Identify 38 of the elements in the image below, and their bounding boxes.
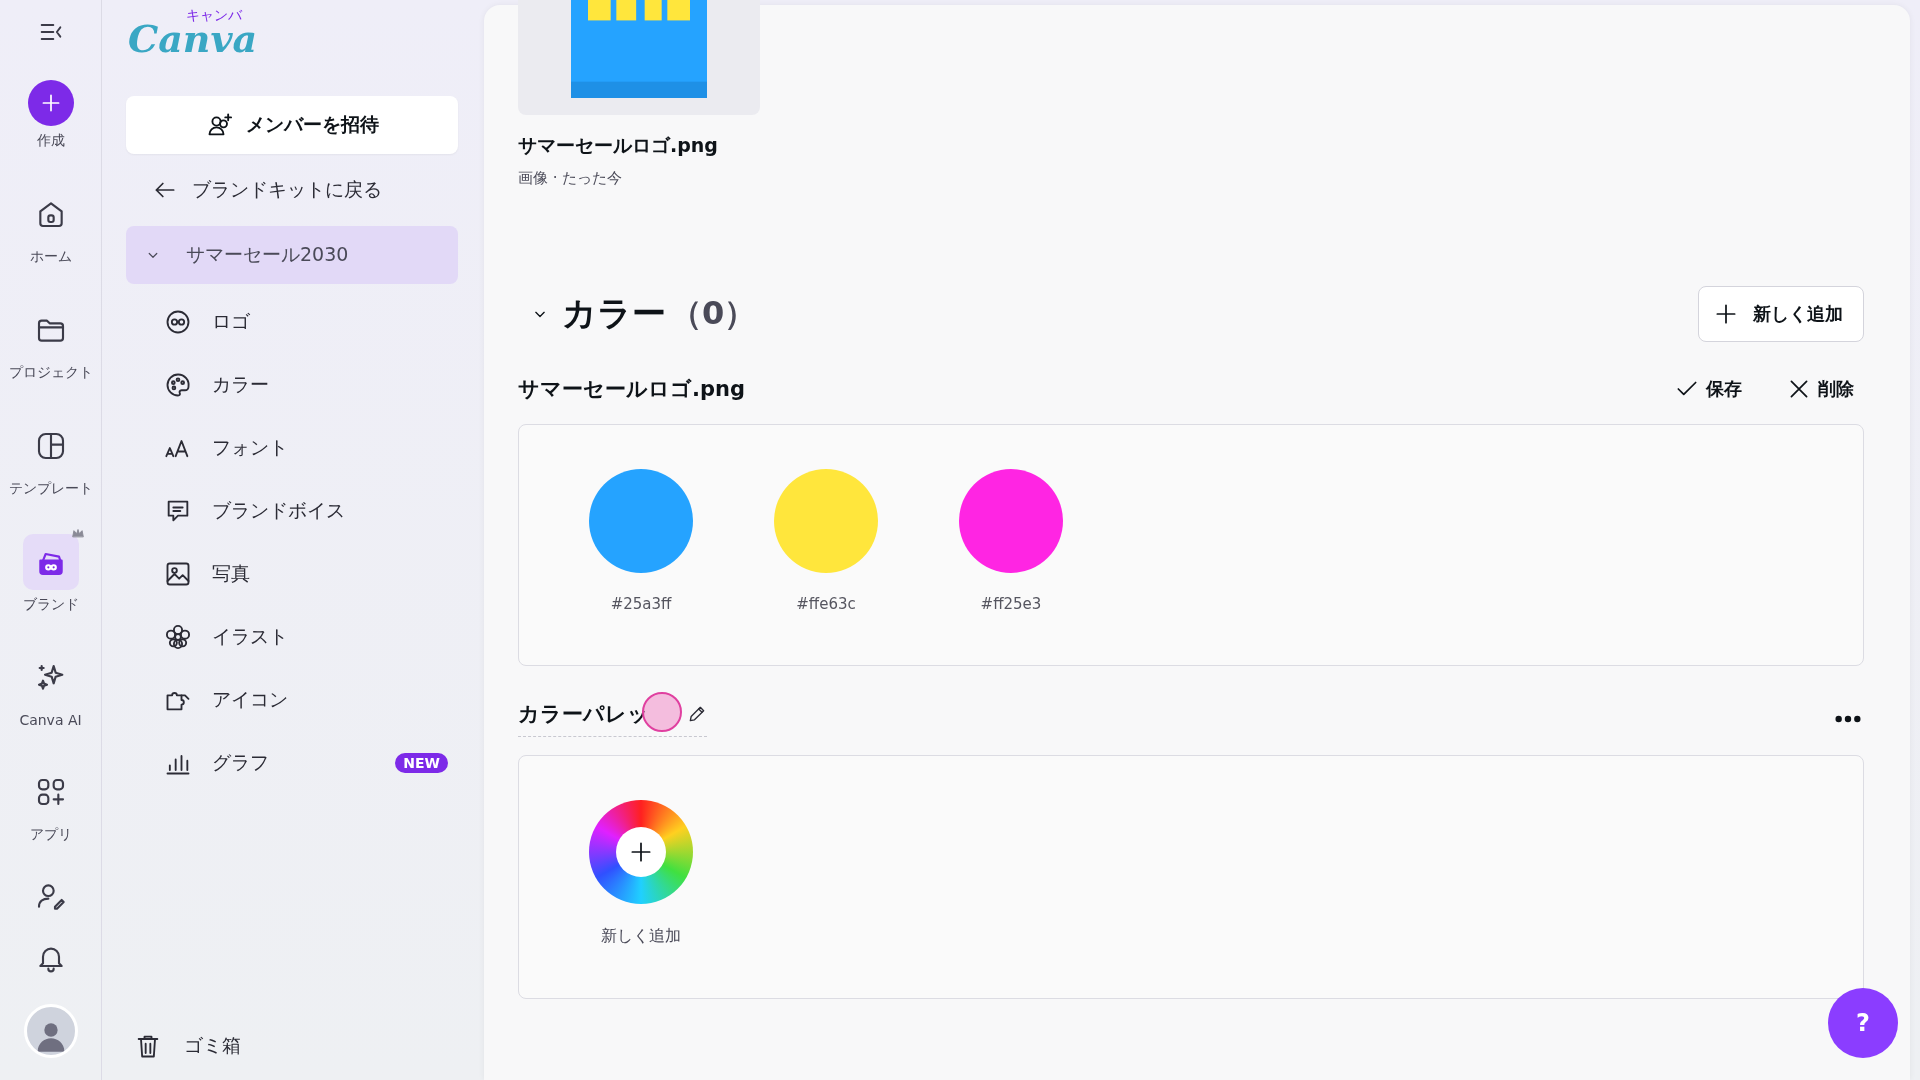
add-label: 新しく追加 <box>601 926 681 947</box>
sidebar-item[interactable]: イラスト <box>126 605 458 668</box>
delete-button[interactable]: 削除 <box>1776 372 1864 406</box>
help-button[interactable]: ? <box>1828 988 1898 1058</box>
rail-label[interactable]: ホーム <box>29 248 72 266</box>
color-code: #ff25e3 <box>980 595 1042 613</box>
sidebar-item[interactable]: ロゴ <box>126 290 458 353</box>
invite-button[interactable]: メンバーを招待 <box>126 96 458 154</box>
file-meta: 画像 · たった今 <box>518 169 624 188</box>
sidebar-item[interactable]: カラー <box>126 353 458 416</box>
rail-label[interactable]: テンプレート <box>8 480 93 498</box>
rail-label[interactable]: アプリ <box>29 826 72 844</box>
add-new-button[interactable]: 新しく追加 <box>1698 286 1864 342</box>
sidebar-item[interactable]: アイコン <box>126 668 458 731</box>
color-code: #ffe63c <box>796 595 856 613</box>
logo-kana: キャンバ <box>186 8 242 22</box>
trash-item[interactable]: ゴミ箱 <box>126 1032 458 1060</box>
flower-icon <box>164 622 192 651</box>
crown-icon <box>70 526 85 540</box>
back-link[interactable]: ブランドキットに戻る <box>126 160 458 220</box>
section-title: カラー <box>562 292 666 335</box>
rail-label[interactable]: プロジェクト <box>8 364 93 382</box>
sidebar-item[interactable]: グラフ NEW <box>126 731 458 794</box>
sidebar-item[interactable]: フォント <box>126 416 458 479</box>
sidebar-item[interactable]: ブランドボイス <box>126 479 458 542</box>
sidebar-item[interactable]: 写真 <box>126 542 458 605</box>
section-count: （0） <box>670 293 757 334</box>
group-name: サマーセールロゴ.png <box>518 376 745 403</box>
rail-label[interactable]: ブランド <box>22 596 79 614</box>
rail-label[interactable]: Canva AI <box>19 712 82 728</box>
file-name: サマーセールロゴ.png <box>518 133 719 158</box>
rail-label[interactable]: 作成 <box>36 132 65 150</box>
save-button[interactable]: 保存 <box>1664 372 1752 406</box>
pencil-icon[interactable] <box>687 704 707 724</box>
color-code: #25a3ff <box>610 595 672 613</box>
new-badge: NEW <box>395 752 448 773</box>
create-button[interactable] <box>27 80 74 126</box>
kit-item[interactable]: サマーセール2030 <box>126 226 458 284</box>
